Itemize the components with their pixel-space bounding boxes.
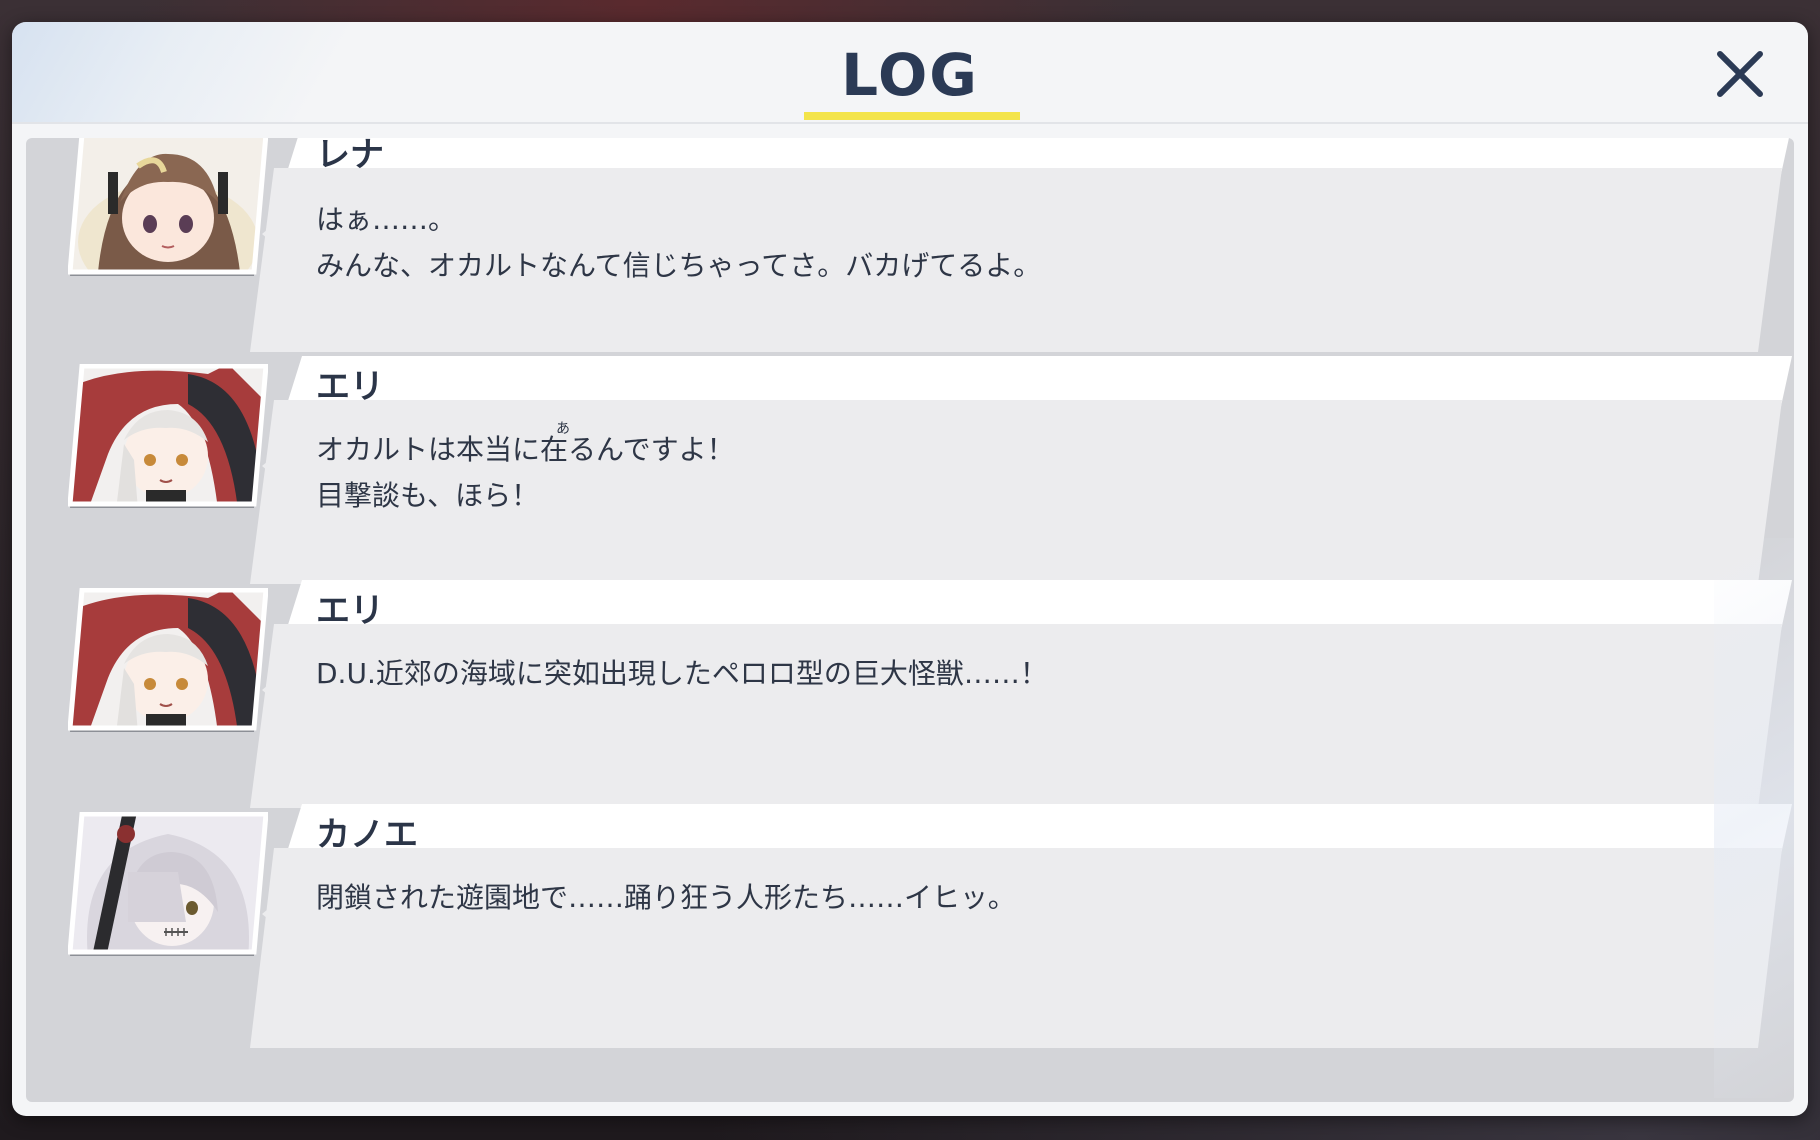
portrait-eri bbox=[68, 364, 268, 508]
dialogue-box bbox=[250, 624, 1782, 808]
portrait-eri bbox=[68, 588, 268, 732]
title-underline bbox=[804, 112, 1020, 120]
dialogue-line: 目撃談も、ほら！ bbox=[316, 479, 540, 512]
dialogue-line: みんな、オカルトなんて信じちゃってさ。バカげてるよ。 bbox=[316, 249, 1042, 282]
dialogue-line: D.U.近郊の海域に突如出現したペロロ型の巨大怪獣……！ bbox=[316, 657, 1048, 690]
dialog-header: LOG bbox=[12, 22, 1808, 124]
ruby-annotation: あ bbox=[556, 421, 570, 437]
portrait-rena bbox=[68, 138, 268, 276]
log-list[interactable]: レナ はぁ……。 みんな、オカルトなんて信じちゃってさ。バカげてるよ。 エリ あ… bbox=[26, 138, 1794, 1102]
page-title: LOG bbox=[841, 41, 979, 109]
speaker-name: エリ bbox=[316, 367, 384, 407]
speaker-name: エリ bbox=[316, 591, 384, 631]
speaker-name: レナ bbox=[316, 138, 384, 175]
log-entry: カノエ 閉鎖された遊園地で……踊り狂う人形たち……イヒッ。 bbox=[26, 804, 1794, 1044]
speaker-name: カノエ bbox=[316, 815, 418, 855]
close-button[interactable] bbox=[1710, 44, 1770, 104]
log-dialog: LOG レナ はぁ……。 みんな、オカルトなんて信じちゃってさ。バカげてるよ。 bbox=[12, 22, 1808, 1116]
log-entry: レナ はぁ……。 みんな、オカルトなんて信じちゃってさ。バカげてるよ。 bbox=[26, 138, 1794, 364]
log-entry: エリ あ オカルトは本当に在るんですよ！ 目撃談も、ほら！ bbox=[26, 356, 1794, 596]
portrait-kanoe bbox=[68, 812, 268, 956]
dialogue-line: はぁ……。 bbox=[316, 203, 457, 236]
dialogue-line: 閉鎖された遊園地で……踊り狂う人形たち……イヒッ。 bbox=[316, 881, 1016, 914]
dialogue-line: オカルトは本当に在るんですよ！ bbox=[316, 433, 735, 466]
log-entry: エリ D.U.近郊の海域に突如出現したペロロ型の巨大怪獣……！ bbox=[26, 580, 1794, 820]
close-icon bbox=[1717, 51, 1763, 97]
